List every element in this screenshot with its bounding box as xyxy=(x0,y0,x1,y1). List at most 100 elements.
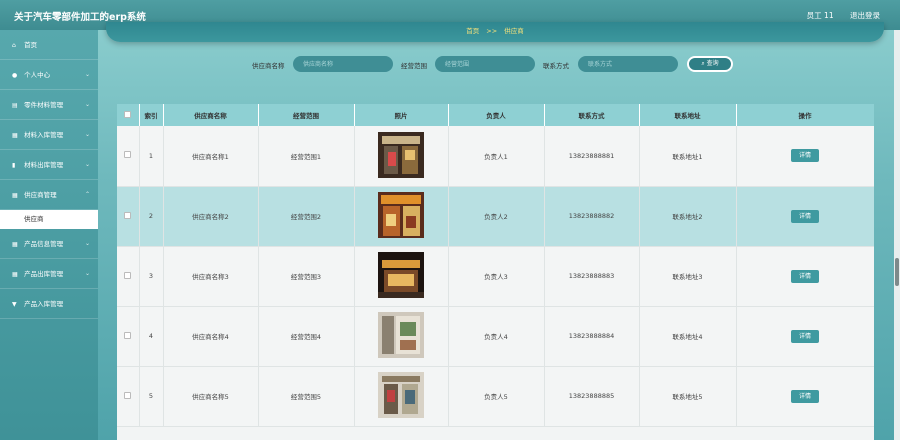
cell-address: 联系地址4 xyxy=(639,306,737,367)
detail-button[interactable]: 详情 xyxy=(791,389,819,403)
column-header: 经营范围 xyxy=(258,104,355,126)
cell-index: 4 xyxy=(139,306,164,367)
scrollbar-track[interactable] xyxy=(894,30,900,440)
row-checkbox[interactable] xyxy=(124,391,132,399)
table-header-row: 索引 供应商名称 经营范围 照片 负责人 联系方式 联系地址 操作 xyxy=(117,104,874,126)
cell-scope: 经营范围5 xyxy=(258,366,355,427)
sidebar-item-material-in[interactable]: ▦ 材料入库管理 ⌄ xyxy=(0,120,98,150)
search-button-label: 查询 xyxy=(706,60,719,67)
cell-actions: 详情 xyxy=(736,126,874,187)
sidebar-item-product-out[interactable]: ▦ 产品出库管理 ⌄ xyxy=(0,259,98,289)
chevron-up-icon: ⌃ xyxy=(84,191,90,198)
search-button[interactable]: ⌕ 查询 xyxy=(687,56,733,72)
row-select-cell xyxy=(117,126,140,187)
cell-phone: 13823888882 xyxy=(544,186,640,247)
breadcrumb: 首页 >> 供应商 xyxy=(106,22,884,42)
sidebar-item-label: 材料出库管理 xyxy=(24,161,64,169)
cell-person: 负责人3 xyxy=(448,246,545,307)
current-user: 员工 11 xyxy=(806,11,834,20)
cell-person: 负责人5 xyxy=(448,366,545,427)
sidebar-item-supplier[interactable]: ▦ 供应商管理 ⌃ xyxy=(0,180,98,210)
cell-phone: 13823888881 xyxy=(544,126,640,187)
cell-name: 供应商名称1 xyxy=(163,126,259,187)
cell-name: 供应商名称5 xyxy=(163,366,259,427)
cell-actions: 详情 xyxy=(736,366,874,427)
cell-address: 联系地址3 xyxy=(639,246,737,307)
select-all-checkbox[interactable] xyxy=(124,110,132,118)
supplier-photo xyxy=(378,252,424,298)
sidebar-item-product-in[interactable]: ▼ 产品入库管理 xyxy=(0,289,98,319)
user-area: 员工 11 退出登录 xyxy=(793,10,880,21)
cell-name: 供应商名称2 xyxy=(163,186,259,247)
table-row: 4 供应商名称4 经营范围4 负责人4 13823888884 联系地址4 详情 xyxy=(117,306,874,367)
cell-address: 联系地址1 xyxy=(639,126,737,187)
cell-scope: 经营范围2 xyxy=(258,186,355,247)
sidebar-item-material-out[interactable]: ▮ 材料出库管理 ⌄ xyxy=(0,150,98,180)
column-header: 索引 xyxy=(139,104,164,126)
sidebar-item-product-info[interactable]: ▦ 产品信息管理 ⌄ xyxy=(0,229,98,259)
detail-button[interactable]: 详情 xyxy=(791,329,819,343)
cell-index: 2 xyxy=(139,186,164,247)
sidebar-item-label: 产品入库管理 xyxy=(24,300,64,308)
row-checkbox[interactable] xyxy=(124,271,132,279)
row-select-cell xyxy=(117,306,140,367)
cell-person: 负责人1 xyxy=(448,126,545,187)
select-all-header xyxy=(117,104,140,126)
detail-button[interactable]: 详情 xyxy=(791,149,819,163)
supplier-name-input[interactable] xyxy=(293,56,393,72)
sidebar-item-label: 个人中心 xyxy=(24,71,51,79)
chevron-down-icon: ⌄ xyxy=(84,270,90,277)
cell-actions: 详情 xyxy=(736,306,874,367)
supplier-photo xyxy=(378,131,424,178)
cell-actions: 详情 xyxy=(736,246,874,307)
grid-icon: ▦ xyxy=(12,192,18,199)
cell-index: 1 xyxy=(139,126,164,187)
column-header: 联系地址 xyxy=(639,104,737,126)
cell-scope: 经营范围3 xyxy=(258,246,355,307)
chevron-down-icon: ⌄ xyxy=(84,101,90,108)
row-select-cell xyxy=(117,186,140,247)
sidebar-item-label: 首页 xyxy=(24,41,38,49)
row-checkbox[interactable] xyxy=(124,151,132,159)
supplier-photo xyxy=(378,372,424,418)
table-row: 3 供应商名称3 经营范围3 负责人3 13823888883 联系地址3 详情 xyxy=(117,246,874,307)
search-row: 供应商名称 经营范围 联系方式 ⌕ 查询 xyxy=(0,56,900,72)
table-row: 1 供应商名称1 经营范围1 负责人1 13823888881 联系地址1 详情 xyxy=(117,126,874,187)
chevron-down-icon: ⌄ xyxy=(84,240,90,247)
scope-label: 经营范围 xyxy=(401,62,427,70)
sidebar-subitem-supplier[interactable]: 供应商 xyxy=(0,210,98,229)
breadcrumb-home[interactable]: 首页 xyxy=(466,27,479,35)
column-header: 照片 xyxy=(354,104,449,126)
sidebar-item-parts[interactable]: ▤ 零件材料管理 ⌄ xyxy=(0,90,98,120)
scope-input[interactable] xyxy=(435,56,535,72)
row-checkbox[interactable] xyxy=(124,331,132,339)
breadcrumb-separator: >> xyxy=(486,27,498,35)
sidebar: ⌂ 首页 ● 个人中心 ⌄ ▤ 零件材料管理 ⌄ ▦ 材料入库管理 ⌄ ▮ 材料… xyxy=(0,30,98,440)
logout-link[interactable]: 退出登录 xyxy=(850,11,880,20)
cell-address: 联系地址2 xyxy=(639,186,737,247)
table-row: 2 供应商名称2 经营范围2 负责人2 13823888882 联系地址2 详情 xyxy=(117,186,874,247)
list-icon: ▤ xyxy=(12,102,18,109)
column-header: 联系方式 xyxy=(544,104,640,126)
detail-button[interactable]: 详情 xyxy=(791,209,819,223)
filter-icon: ▼ xyxy=(12,301,17,308)
cell-phone: 13823888885 xyxy=(544,366,640,427)
detail-button[interactable]: 详情 xyxy=(791,269,819,283)
supplier-name-label: 供应商名称 xyxy=(252,62,285,70)
row-select-cell xyxy=(117,366,140,427)
cell-name: 供应商名称4 xyxy=(163,306,259,367)
chart-icon: ▮ xyxy=(12,162,16,169)
scrollbar-thumb[interactable] xyxy=(895,258,899,286)
chevron-down-icon: ⌄ xyxy=(84,161,90,168)
row-checkbox[interactable] xyxy=(124,211,132,219)
contact-label: 联系方式 xyxy=(543,62,569,70)
table-row: 5 供应商名称5 经营范围5 负责人5 13823888885 联系地址5 详情 xyxy=(117,366,874,427)
cell-scope: 经营范围1 xyxy=(258,126,355,187)
contact-input[interactable] xyxy=(578,56,678,72)
cell-phone: 13823888884 xyxy=(544,306,640,367)
cell-address: 联系地址5 xyxy=(639,366,737,427)
cell-index: 5 xyxy=(139,366,164,427)
column-header: 操作 xyxy=(736,104,874,126)
cell-photo xyxy=(354,306,449,367)
supplier-table: 索引 供应商名称 经营范围 照片 负责人 联系方式 联系地址 操作 1 供应商名… xyxy=(117,104,874,440)
